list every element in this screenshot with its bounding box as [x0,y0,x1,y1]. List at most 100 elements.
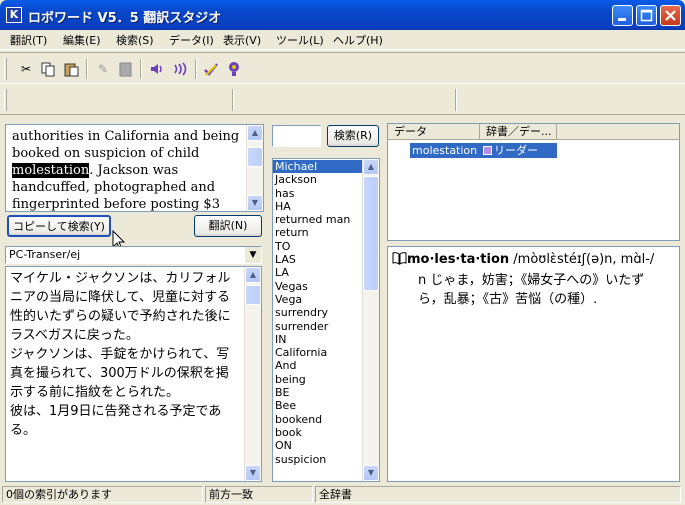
status-bar: 0個の索引があります 前方一致 全辞書 [0,483,685,505]
list-item[interactable]: LA [273,266,363,279]
word-list[interactable]: Michael Jackson has HA returned man retu… [272,158,380,482]
close-icon [665,10,676,21]
toolbar-divider [232,89,234,111]
column-header-data[interactable]: データ [388,124,480,140]
definition-body: n じゃま，妨害；《婦女子への》いたずら，乱暴；《古》苦悩（の種）. [418,273,645,307]
translation-paragraph: マイケル・ジャクソンは、カリフォルニアの当局に降伏して、児童に対する性的いたずら… [10,271,231,343]
list-item[interactable]: return [273,226,363,239]
maximize-icon [640,9,653,22]
scroll-thumb[interactable] [247,147,263,167]
list-item[interactable]: being [273,373,363,386]
status-match-mode: 前方一致 [205,486,313,503]
toolbar: ✂ ✎ [0,52,685,84]
list-item[interactable]: LAS [273,253,363,266]
list-item[interactable]: suspicion [273,453,363,466]
list-item[interactable]: BE [273,386,363,399]
window-title: ロボワード V5．5 翻訳スタジオ [28,11,222,26]
list-item[interactable]: bookend [273,413,363,426]
toolbar-secondary [0,85,685,115]
page-icon[interactable] [117,61,133,77]
lightbulb-icon[interactable] [226,61,242,77]
list-item[interactable]: Vegas [273,280,363,293]
translation-paragraph: 彼は、1月9日に告発される予定である。 [10,404,222,438]
pin-icon[interactable]: ✎ [95,61,111,77]
translate-button[interactable]: 翻訳(N) [194,215,262,237]
minimize-icon [618,18,626,21]
scroll-up-icon[interactable]: ▲ [245,267,261,283]
paste-icon[interactable] [63,61,79,77]
source-text-highlight: molestation [12,163,90,178]
scroll-down-icon[interactable]: ▼ [363,465,379,481]
result-word: molestation [412,144,478,157]
search-input[interactable] [272,125,321,147]
results-header: データ 辞書／デー... [388,124,679,140]
copy-search-button[interactable]: コピーして検索(Y) [7,215,111,237]
list-item[interactable]: returned man [273,213,363,226]
list-item[interactable]: surrender [273,320,363,333]
menu-edit[interactable]: 編集(E) [63,32,101,48]
menu-search[interactable]: 検索(S) [116,32,154,48]
list-item[interactable]: surrendry [273,306,363,319]
source-text-pane[interactable]: authorities in California and being book… [5,124,264,212]
list-item[interactable]: And [273,359,363,372]
minimize-button[interactable] [612,5,633,26]
results-list[interactable]: データ 辞書／デー... molestation リーダーズ... [387,123,680,241]
list-item[interactable]: TO [273,240,363,253]
app-icon: K [6,7,22,23]
check-icon[interactable] [203,61,219,77]
scroll-thumb[interactable] [363,176,379,291]
headword: mo·les·ta·tion [407,252,510,267]
pronunciation: /mòʊlɛ̀stéɪʃ(ə)n, mɑ̀l-/ [509,252,655,267]
speaker-wave-icon[interactable] [172,61,188,77]
menu-translate[interactable]: 翻訳(T) [10,32,47,48]
chevron-down-icon[interactable]: ▼ [245,247,261,263]
list-item[interactable]: IN [273,333,363,346]
book-icon [392,251,407,271]
source-text-before: authorities in California and being book… [12,129,240,161]
list-item[interactable]: Bee [273,399,363,412]
list-item[interactable]: ON [273,439,363,452]
translation-scrollbar[interactable]: ▲ ▼ [244,267,261,481]
scroll-down-icon[interactable]: ▼ [245,465,261,481]
list-item[interactable]: HA [273,200,363,213]
translation-pane[interactable]: マイケル・ジャクソンは、カリフォルニアの当局に降伏して、児童に対する性的いたずら… [5,266,262,482]
title-bar[interactable]: K ロボワード V5．5 翻訳スタジオ [0,0,685,30]
menu-help[interactable]: ヘルプ(H) [333,32,383,48]
scroll-up-icon[interactable]: ▲ [247,125,263,141]
result-dictionary: リーダーズ... [494,144,538,172]
close-button[interactable] [660,5,681,26]
list-item[interactable]: Jackson [273,173,363,186]
copy-icon[interactable] [40,61,56,77]
toolbar-divider [455,89,457,111]
toolbar-grip [4,58,7,80]
status-index-count: 0個の索引があります [2,486,203,503]
list-item[interactable]: has [273,187,363,200]
toolbar-separator [86,59,88,79]
maximize-button[interactable] [636,5,657,26]
engine-select[interactable]: PC-Transer/ej ▼ [5,246,262,264]
cut-icon[interactable]: ✂ [18,61,34,77]
column-header-dictionary[interactable]: 辞書／デー... [480,124,557,140]
toolbar-separator [195,59,197,79]
status-dictionary: 全辞書 [315,486,681,503]
list-item[interactable]: book [273,426,363,439]
toolbar-grip [4,89,7,111]
list-item[interactable]: California [273,346,363,359]
search-button[interactable]: 検索(R) [327,125,379,147]
engine-select-value: PC-Transer/ej [9,248,81,261]
list-item[interactable]: Michael [273,160,363,174]
scroll-down-icon[interactable]: ▼ [247,195,263,211]
list-item[interactable]: Vega [273,293,363,306]
menu-data[interactable]: データ(I) [169,32,214,48]
menu-tools[interactable]: ツール(L) [276,32,324,48]
scroll-up-icon[interactable]: ▲ [363,159,379,175]
word-list-scrollbar[interactable]: ▲ ▼ [362,159,379,481]
speaker-icon[interactable] [149,61,165,77]
menu-view[interactable]: 表示(V) [223,32,261,48]
table-row[interactable]: molestation リーダーズ... [410,143,557,172]
definition-pane[interactable]: mo·les·ta·tion /mòʊlɛ̀stéɪʃ(ə)n, mɑ̀l-/ … [387,246,680,482]
dictionary-icon [483,146,492,155]
scroll-thumb[interactable] [245,285,261,305]
toolbar-separator [140,59,142,79]
source-scrollbar[interactable]: ▲ ▼ [246,125,263,211]
